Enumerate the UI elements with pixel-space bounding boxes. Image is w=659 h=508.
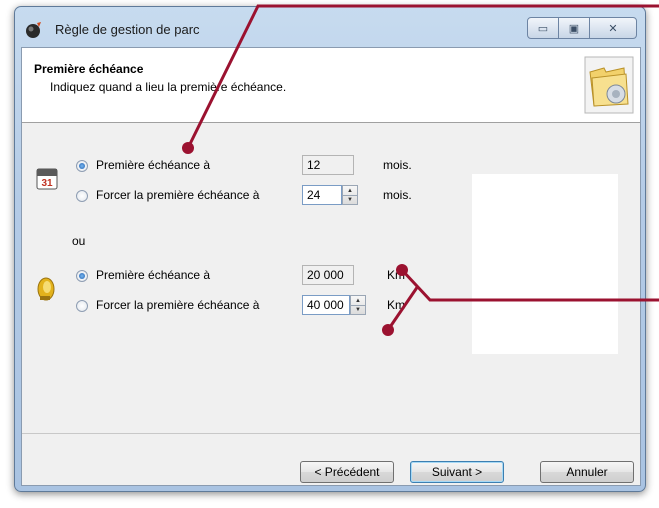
calendar-day-text: 31 (41, 178, 53, 189)
radio-first-deadline-km[interactable] (76, 270, 88, 282)
label-force-deadline-km: Forcer la première échéance à (96, 298, 260, 312)
first-deadline-months-field[interactable]: 12 (302, 155, 354, 175)
wizard-header: Première échéance Indiquez quand a lieu … (22, 48, 640, 123)
radio-force-deadline-km[interactable] (76, 300, 88, 312)
cancel-button[interactable]: Annuler (540, 461, 634, 483)
wizard-body: Première échéance Indiquez quand a lieu … (21, 47, 641, 486)
months-stepper[interactable]: ▲ ▼ (342, 185, 358, 205)
unit-months-2: mois. (383, 188, 412, 202)
window-controls: ▭ ▣ ✕ (527, 17, 637, 39)
unit-km-2: Km (387, 298, 405, 312)
next-button[interactable]: Suivant > (410, 461, 504, 483)
folder-gear-icon (584, 56, 634, 114)
radio-first-deadline-months[interactable] (76, 160, 88, 172)
stepper-down-icon[interactable]: ▼ (343, 195, 357, 204)
footer-divider (22, 433, 640, 434)
force-deadline-months-field[interactable]: 24 (302, 185, 342, 205)
close-button[interactable]: ✕ (590, 17, 637, 39)
km-stepper[interactable]: ▲ ▼ (350, 295, 366, 315)
app-icon (26, 22, 41, 38)
previous-button[interactable]: < Précédent (300, 461, 394, 483)
window-title: Règle de gestion de parc (55, 22, 200, 37)
unit-months-1: mois. (383, 158, 412, 172)
first-deadline-km-field[interactable]: 20 000 (302, 265, 354, 285)
label-first-deadline-months: Première échéance à (96, 158, 211, 172)
stepper-down-icon[interactable]: ▼ (351, 305, 365, 314)
page-subtitle: Indiquez quand a lieu la première échéan… (50, 80, 287, 94)
separator-label: ou (72, 234, 86, 248)
unit-km-1: Km (387, 268, 405, 282)
blank-panel (472, 174, 618, 354)
gauge-icon (37, 277, 55, 301)
title-bar[interactable]: Règle de gestion de parc ▭ ▣ ✕ (15, 7, 645, 47)
wizard-window: Règle de gestion de parc ▭ ▣ ✕ Première … (14, 6, 646, 492)
force-deadline-km-field[interactable]: 40 000 (302, 295, 350, 315)
radio-force-deadline-months[interactable] (76, 190, 88, 202)
minimize-button[interactable]: ▭ (527, 17, 559, 39)
maximize-button[interactable]: ▣ (559, 17, 590, 39)
label-first-deadline-km: Première échéance à (96, 268, 211, 282)
page-title: Première échéance (34, 62, 144, 76)
label-force-deadline-months: Forcer la première échéance à (96, 188, 260, 202)
calendar-icon: 31 (36, 168, 58, 190)
